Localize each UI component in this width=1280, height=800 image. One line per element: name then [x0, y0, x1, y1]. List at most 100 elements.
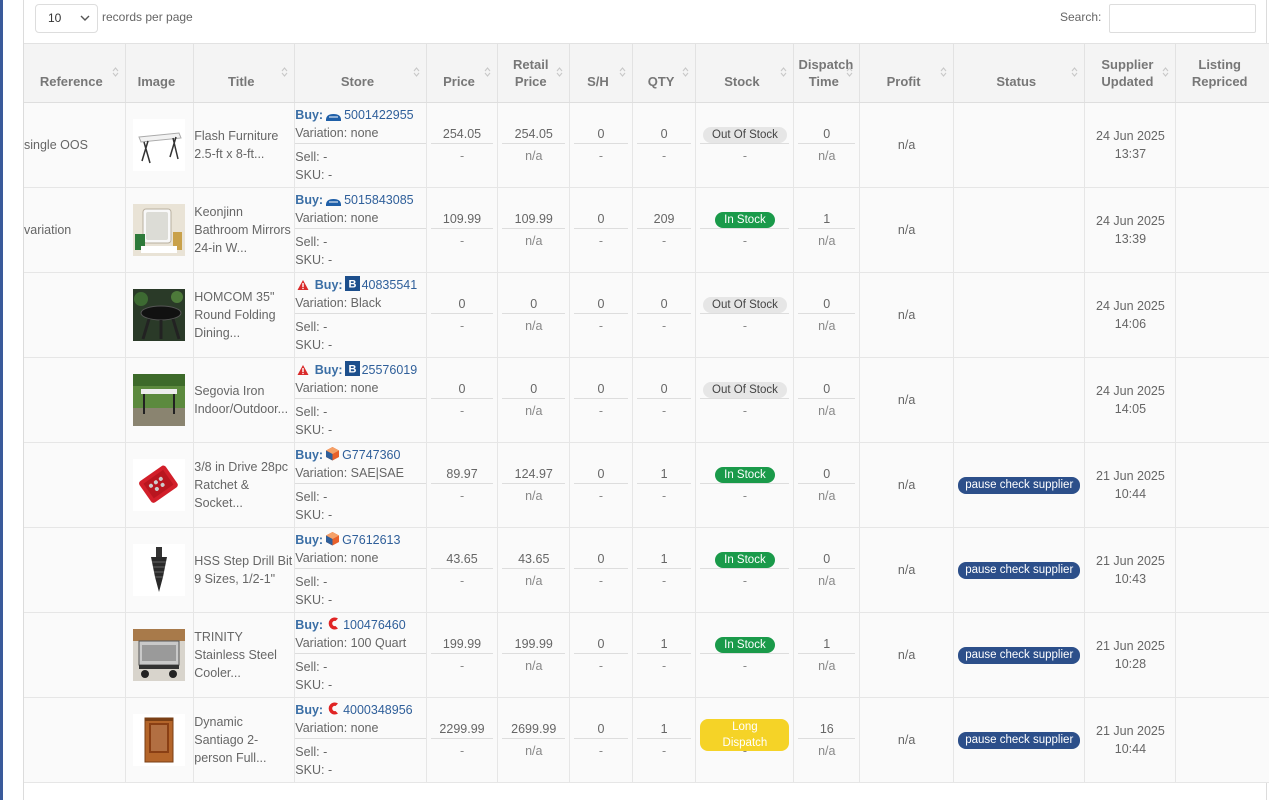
sort-icon[interactable] [780, 66, 787, 78]
title-cell[interactable]: TRINITY Stainless Steel Cooler... [193, 612, 296, 698]
price-value[interactable]: 199.99 [443, 637, 481, 651]
title-cell[interactable]: 3/8 in Drive 28pc Ratchet & Socket... [193, 442, 296, 528]
title-cell[interactable]: HSS Step Drill Bit 9 Sizes, 1/2-1" [193, 527, 296, 613]
column-header[interactable]: Image [125, 43, 195, 103]
sort-icon[interactable] [112, 66, 119, 78]
sh-value[interactable]: 0 [597, 127, 604, 141]
round-table-image[interactable] [133, 289, 186, 341]
sort-icon[interactable] [1162, 66, 1169, 78]
supplier-id-link[interactable]: 25576019 [362, 363, 418, 377]
supplier-id-link[interactable]: 5015843085 [344, 193, 414, 207]
folding-table-image[interactable] [133, 119, 186, 171]
retail-price-value[interactable]: 43.65 [518, 552, 549, 566]
pause-check-supplier-badge[interactable]: pause check supplier [958, 646, 1081, 664]
outdoor-table-image[interactable] [133, 374, 186, 426]
dispatch-value[interactable]: 16 [820, 722, 834, 736]
column-header[interactable]: Listing Repriced [1175, 43, 1269, 103]
sort-icon[interactable] [1071, 66, 1078, 78]
title-cell[interactable]: Flash Furniture 2.5-ft x 8-ft... [193, 102, 296, 188]
supplier-id-link[interactable]: 5001422955 [344, 108, 414, 122]
column-header[interactable]: Dispatch Time [793, 43, 861, 103]
qty-value[interactable]: 0 [661, 297, 668, 311]
qty-value[interactable]: 1 [661, 552, 668, 566]
supplier-id-link[interactable]: 100476460 [343, 618, 406, 632]
dispatch-value[interactable]: 1 [823, 212, 830, 226]
column-header[interactable]: S/H [569, 43, 633, 103]
table-row[interactable]: variation Keonjinn Bathroom Mirrors 24-in… [24, 187, 1269, 273]
dispatch-value[interactable]: 0 [823, 467, 830, 481]
column-header[interactable]: Stock [695, 43, 795, 103]
sh-value[interactable]: 0 [597, 722, 604, 736]
table-row[interactable]: TRINITY Stainless Steel Cooler... Buy: 100… [24, 612, 1269, 698]
column-header[interactable]: Store [294, 43, 427, 103]
table-row[interactable]: 3/8 in Drive 28pc Ratchet & Socket... Buy… [24, 442, 1269, 528]
sort-icon[interactable] [846, 66, 853, 78]
socket-set-image[interactable] [133, 459, 186, 511]
sort-icon[interactable] [413, 66, 420, 78]
dispatch-value[interactable]: 0 [823, 127, 830, 141]
dispatch-value[interactable]: 0 [823, 552, 830, 566]
sh-value[interactable]: 0 [597, 637, 604, 651]
column-header[interactable]: Reference [24, 43, 126, 103]
retail-price-value[interactable]: 2699.99 [511, 722, 556, 736]
supplier-id-link[interactable]: 4000348956 [343, 703, 413, 717]
retail-price-value[interactable]: 109.99 [515, 212, 553, 226]
price-value[interactable]: 0 [459, 297, 466, 311]
sort-icon[interactable] [682, 66, 689, 78]
sh-value[interactable]: 0 [597, 212, 604, 226]
title-cell[interactable]: Segovia Iron Indoor/Outdoor... [193, 357, 296, 443]
retail-price-value[interactable]: 0 [530, 297, 537, 311]
table-row[interactable]: HSS Step Drill Bit 9 Sizes, 1/2-1" Buy: G7… [24, 527, 1269, 613]
pause-check-supplier-badge[interactable]: pause check supplier [958, 561, 1081, 579]
dispatch-value[interactable]: 0 [823, 297, 830, 311]
qty-value[interactable]: 1 [661, 722, 668, 736]
title-cell[interactable]: Dynamic Santiago 2-person Full... [193, 697, 296, 783]
table-row[interactable]: single OOS Flash Furniture 2.5-ft x 8-ft.… [24, 102, 1269, 188]
column-header[interactable]: Supplier Updated [1084, 43, 1177, 103]
price-value[interactable]: 43.65 [446, 552, 477, 566]
supplier-id-link[interactable]: 40835541 [362, 278, 418, 292]
price-value[interactable]: 254.05 [443, 127, 481, 141]
sort-icon[interactable] [556, 66, 563, 78]
retail-price-value[interactable]: 124.97 [515, 467, 553, 481]
sort-icon[interactable] [281, 66, 288, 78]
qty-value[interactable]: 1 [661, 467, 668, 481]
table-row[interactable]: HOMCOM 35" Round Folding Dining... Buy: B… [24, 272, 1269, 358]
supplier-id-link[interactable]: G7612613 [342, 533, 400, 547]
price-value[interactable]: 109.99 [443, 212, 481, 226]
price-value[interactable]: 89.97 [446, 467, 477, 481]
column-header[interactable]: Title [193, 43, 296, 103]
qty-value[interactable]: 1 [661, 637, 668, 651]
sauna-image[interactable] [133, 714, 186, 766]
retail-price-value[interactable]: 0 [530, 382, 537, 396]
supplier-id-link[interactable]: G7747360 [342, 448, 400, 462]
column-header[interactable]: QTY [632, 43, 697, 103]
pause-check-supplier-badge[interactable]: pause check supplier [958, 731, 1081, 749]
sort-icon[interactable] [484, 66, 491, 78]
search-input[interactable] [1109, 4, 1256, 33]
qty-value[interactable]: 0 [661, 382, 668, 396]
column-header[interactable]: Price [426, 43, 499, 103]
column-header[interactable]: Profit [859, 43, 955, 103]
retail-price-value[interactable]: 254.05 [515, 127, 553, 141]
step-drill-image[interactable] [133, 544, 186, 596]
column-header[interactable]: Retail Price [497, 43, 571, 103]
price-value[interactable]: 2299.99 [439, 722, 484, 736]
sort-icon[interactable] [619, 66, 626, 78]
sh-value[interactable]: 0 [597, 552, 604, 566]
sh-value[interactable]: 0 [597, 382, 604, 396]
sh-value[interactable]: 0 [597, 467, 604, 481]
page-length-select[interactable]: 10 [35, 4, 98, 33]
title-cell[interactable]: HOMCOM 35" Round Folding Dining... [193, 272, 296, 358]
retail-price-value[interactable]: 199.99 [515, 637, 553, 651]
pause-check-supplier-badge[interactable]: pause check supplier [958, 476, 1081, 494]
qty-value[interactable]: 0 [661, 127, 668, 141]
qty-value[interactable]: 209 [654, 212, 675, 226]
price-value[interactable]: 0 [459, 382, 466, 396]
dispatch-value[interactable]: 0 [823, 382, 830, 396]
sort-icon[interactable] [940, 66, 947, 78]
title-cell[interactable]: Keonjinn Bathroom Mirrors 24-in W... [193, 187, 296, 273]
dispatch-value[interactable]: 1 [823, 637, 830, 651]
sh-value[interactable]: 0 [597, 297, 604, 311]
column-header[interactable]: Status [953, 43, 1086, 103]
